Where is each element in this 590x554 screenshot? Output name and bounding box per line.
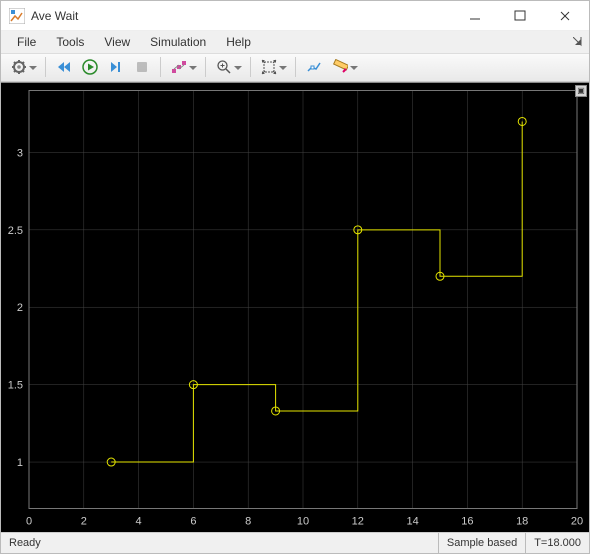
svg-text:1.5: 1.5 [8, 380, 23, 392]
svg-text:0: 0 [26, 516, 32, 528]
toolbar-separator [45, 57, 46, 77]
svg-text:2: 2 [17, 302, 23, 314]
svg-text:16: 16 [461, 516, 473, 528]
close-button[interactable] [542, 1, 587, 30]
svg-text:10: 10 [297, 516, 309, 528]
stop-button[interactable] [130, 55, 154, 79]
gear-icon [11, 59, 27, 75]
rewind-icon [56, 59, 72, 75]
signal-icon [171, 59, 187, 75]
svg-text:1: 1 [17, 457, 23, 469]
svg-text:6: 6 [190, 516, 196, 528]
menu-tools[interactable]: Tools [46, 32, 94, 52]
svg-text:2: 2 [81, 516, 87, 528]
maximize-button[interactable] [497, 1, 542, 30]
svg-text:12: 12 [352, 516, 364, 528]
close-icon [557, 8, 573, 24]
statusbar: Ready Sample based T=18.000 [1, 532, 589, 553]
status-sample-mode: Sample based [438, 533, 525, 553]
cursor-button[interactable] [302, 55, 326, 79]
toolbar [1, 54, 589, 82]
svg-text:20: 20 [571, 516, 583, 528]
toolbar-separator [250, 57, 251, 77]
minimize-icon [467, 8, 483, 24]
svg-text:14: 14 [406, 516, 418, 528]
minimize-button[interactable] [452, 1, 497, 30]
menu-simulation[interactable]: Simulation [140, 32, 216, 52]
svg-text:8: 8 [245, 516, 251, 528]
svg-text:3: 3 [17, 148, 23, 160]
cursor-icon [306, 59, 322, 75]
autoscale-button[interactable] [257, 55, 281, 79]
toolbar-separator [295, 57, 296, 77]
step-forward-button[interactable] [104, 55, 128, 79]
zoom-in-icon [216, 59, 232, 75]
scope-plot[interactable]: ▣ 0 2 4 6 8 10 12 14 16 18 20 1 1.5 2 2.5 3 [1, 82, 589, 532]
svg-text:2.5: 2.5 [8, 225, 23, 237]
maximize-icon [512, 8, 528, 24]
menu-file[interactable]: File [7, 32, 46, 52]
status-ready: Ready [1, 537, 438, 549]
measure-button[interactable] [328, 55, 352, 79]
titlebar: Ave Wait [1, 1, 589, 31]
run-button[interactable] [78, 55, 102, 79]
menu-view[interactable]: View [94, 32, 140, 52]
zoom-button[interactable] [212, 55, 236, 79]
stop-icon [134, 59, 150, 75]
signal-selector-button[interactable] [167, 55, 191, 79]
window-title: Ave Wait [31, 9, 452, 23]
autoscale-icon [261, 59, 277, 75]
toolbar-separator [205, 57, 206, 77]
app-icon [9, 8, 25, 24]
plot-canvas: 0 2 4 6 8 10 12 14 16 18 20 1 1.5 2 2.5 3 [1, 83, 589, 532]
play-icon [82, 59, 98, 75]
ruler-icon [332, 59, 348, 75]
settings-button[interactable] [7, 55, 31, 79]
menubar: File Tools View Simulation Help [1, 31, 589, 54]
svg-text:4: 4 [136, 516, 142, 528]
step-forward-icon [108, 59, 124, 75]
menu-overflow-icon[interactable] [573, 37, 583, 47]
svg-text:18: 18 [516, 516, 528, 528]
menu-help[interactable]: Help [216, 32, 261, 52]
status-time: T=18.000 [525, 533, 589, 553]
toolbar-separator [160, 57, 161, 77]
app-window: Ave Wait File Tools View Simulation Help [0, 0, 590, 554]
expand-axes-icon[interactable]: ▣ [575, 85, 587, 97]
rewind-button[interactable] [52, 55, 76, 79]
